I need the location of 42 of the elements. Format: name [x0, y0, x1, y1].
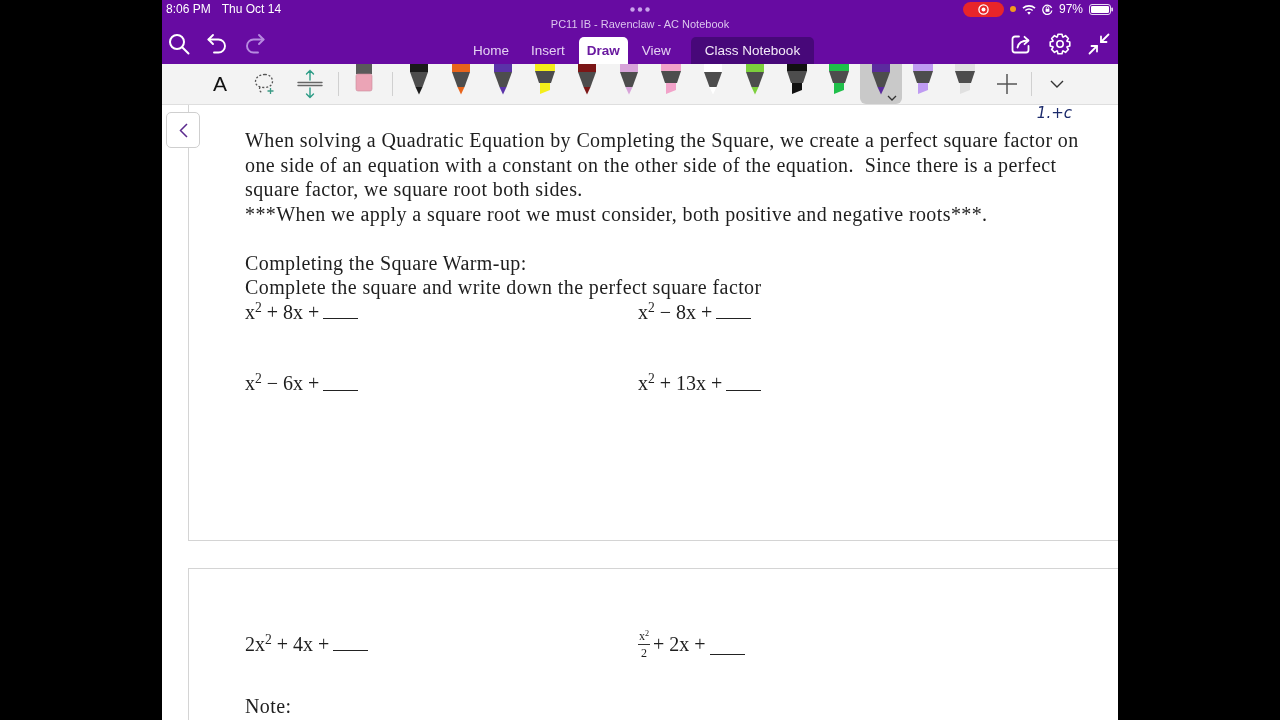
ribbon-tab[interactable]: Draw — [578, 37, 628, 64]
math-expression: + 2x + — [653, 631, 706, 657]
math-expression: x$^{2}$ − 8x + — [638, 299, 713, 324]
math-expression: x$^{2}$ + 13x + — [638, 371, 723, 396]
math-expression: x$^{2}$ − 6x + — [245, 371, 320, 396]
math-expression: x$^{2}$ + 8x + — [245, 299, 320, 324]
handwritten-note: 1.+c — [1036, 106, 1072, 121]
ribbon-tab[interactable]: Insert — [523, 37, 573, 64]
math-fraction: x$^{2}$ 2 — [638, 628, 651, 660]
note-label: Note: — [245, 695, 293, 717]
paragraph: ***When we apply a square root we must consider, both positive and negative roots***. — [245, 201, 989, 226]
ribbon-tab[interactable]: Class Notebook — [690, 37, 815, 64]
share-icon[interactable] — [1010, 33, 1032, 55]
ribbon-tab[interactable]: View — [633, 37, 679, 64]
settings-icon[interactable] — [1049, 33, 1071, 55]
collapse-icon[interactable] — [1088, 33, 1110, 55]
eraser-icon[interactable] — [354, 64, 374, 92]
plus-icon[interactable] — [996, 73, 1018, 95]
orientation-lock-icon — [1041, 3, 1053, 15]
insert-space-icon[interactable] — [297, 69, 323, 99]
battery-icon — [1089, 3, 1113, 15]
lasso-select-icon[interactable] — [254, 73, 276, 95]
back-button[interactable] — [166, 112, 200, 148]
battery-percentage: 97% — [1058, 2, 1083, 16]
ribbon-tab[interactable]: Home — [465, 37, 517, 64]
undo-icon[interactable] — [206, 33, 228, 55]
screen-recording-icon — [962, 1, 1004, 17]
caret-icon[interactable] — [887, 95, 897, 101]
status-dot-icon — [1009, 6, 1016, 12]
math-expression: 2x$^{2}$ + 4x + — [245, 631, 330, 657]
instruction-text: Complete the square and write down the perfect square factor — [245, 275, 763, 300]
chevron-down-icon[interactable] — [1050, 80, 1064, 88]
text-tool-button[interactable]: A — [200, 64, 240, 104]
status-date: Thu Oct 14 — [221, 2, 282, 16]
chevron-left-icon — [178, 122, 188, 138]
paragraph: When solving a Quadratic Equation by Completing the Square, we create a perfect square factor on one side of an equation with a constant on the other side of the equation. Since there is a perfect square factor, we square root both sides. — [245, 128, 1080, 202]
search-icon[interactable] — [168, 33, 190, 55]
more-dots-icon[interactable] — [629, 6, 650, 12]
wifi-icon — [1021, 3, 1036, 15]
window-title: PC11 IB - Ravenclaw - AC Notebook — [549, 18, 731, 31]
section-heading: Completing the Square Warm-up: — [245, 250, 528, 275]
status-time: 8:06 PM — [166, 2, 211, 16]
